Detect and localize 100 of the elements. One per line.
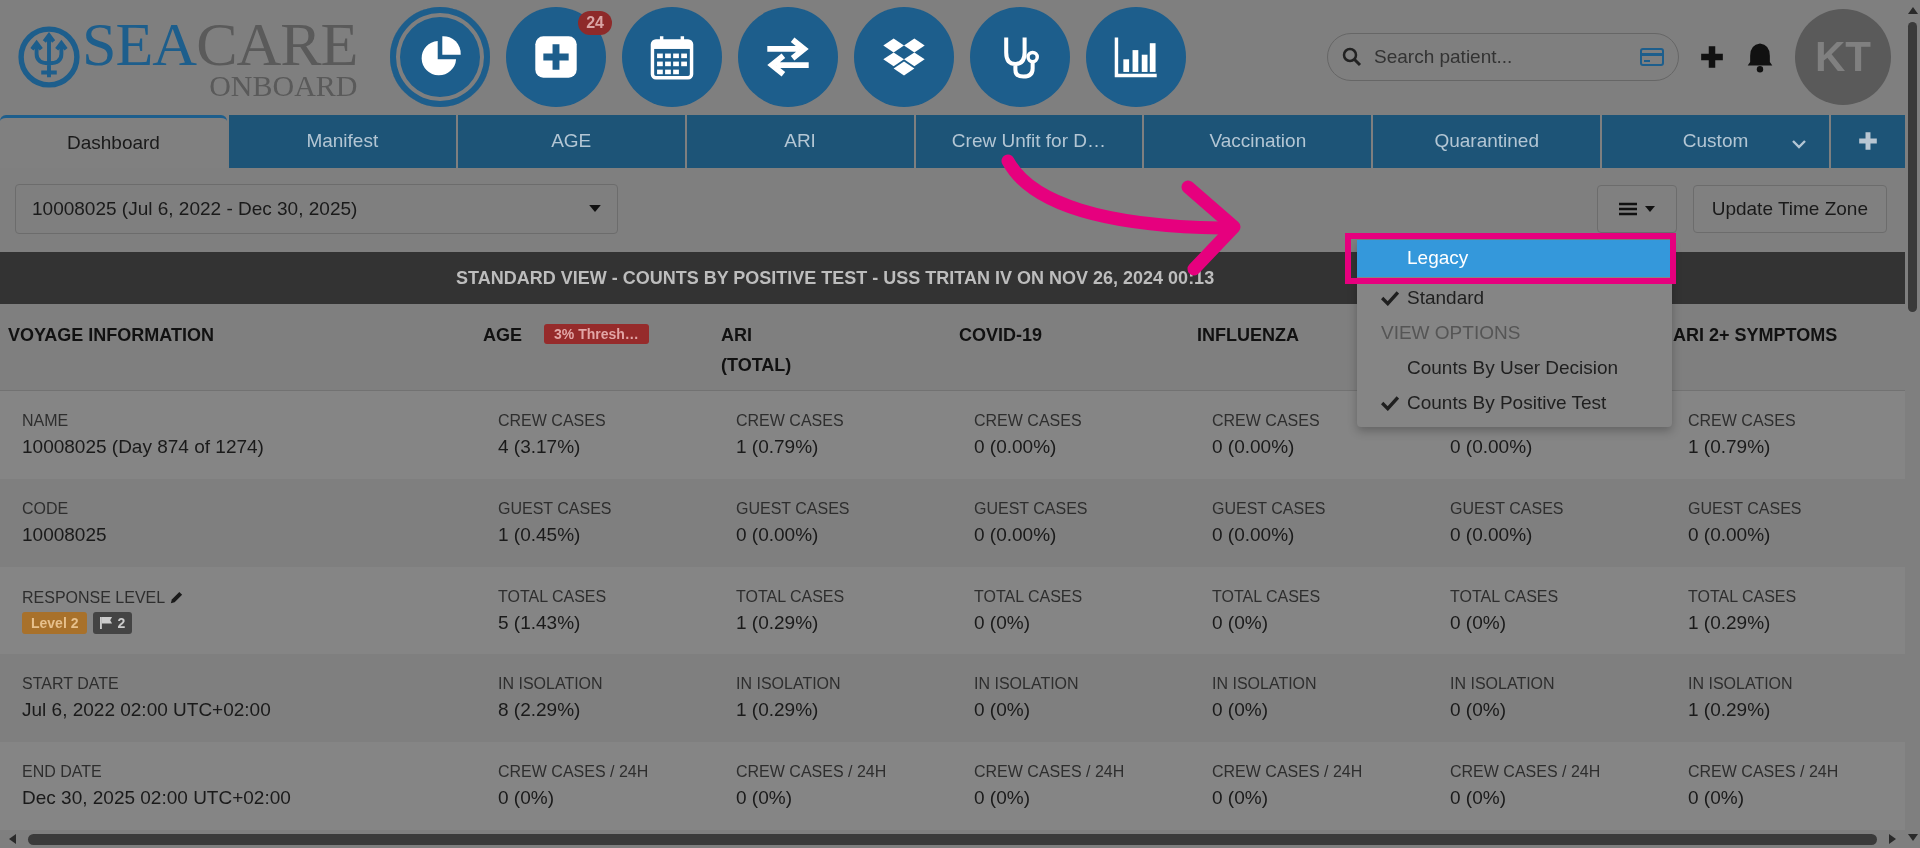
metric-value: 0 (0.00%): [974, 435, 1058, 459]
scroll-down-icon[interactable]: [1907, 832, 1918, 842]
field-label: END DATE: [22, 762, 102, 783]
metric-value: 0 (0%): [498, 786, 555, 811]
metric-label: IN ISOLATION: [736, 674, 842, 695]
calendar-icon: [649, 34, 695, 81]
check-icon: [1381, 290, 1399, 307]
scroll-up-icon[interactable]: [1907, 6, 1918, 16]
metric-label: TOTAL CASES: [498, 586, 608, 607]
metric-value: 1 (0.79%): [1688, 435, 1772, 459]
field-label: RESPONSE LEVEL: [22, 587, 166, 608]
metric-label: CREW CASES / 24H: [974, 762, 1126, 783]
scroll-right-icon[interactable]: [1887, 834, 1897, 845]
metric-label: CREW CASES: [1212, 411, 1321, 431]
horizontal-scrollbar[interactable]: [28, 833, 1877, 845]
field-value: 10008025 (Day 874 of 1274): [22, 435, 265, 459]
metric-label: CREW CASES / 24H: [1450, 762, 1602, 783]
metric-label: CREW CASES / 24H: [736, 762, 888, 783]
metric-value: 0 (0.00%): [1212, 522, 1296, 547]
metric-value: 0 (0.00%): [974, 522, 1058, 547]
voyage-select[interactable]: 10008025 (Jul 6, 2022 - Dec 30, 2025): [15, 183, 618, 234]
card-icon: [1640, 48, 1664, 67]
tab[interactable]: AGE: [457, 114, 685, 168]
metric-value: 0 (0%): [1688, 786, 1745, 811]
menu-item[interactable]: Counts By Positive Test: [1357, 385, 1672, 421]
tab[interactable]: Quarantined: [1373, 114, 1601, 168]
plus-icon: [1857, 130, 1879, 153]
metric-label: CREW CASES / 24H: [498, 762, 650, 783]
metric-label: CREW CASES: [974, 411, 1083, 431]
menu-item[interactable]: Counts By User Decision: [1357, 350, 1672, 386]
metric-label: CREW CASES: [1688, 411, 1797, 431]
metric-value: 0 (0.00%): [736, 522, 820, 547]
notification-count: 24: [578, 11, 612, 36]
metric-value: 0 (0%): [1450, 786, 1507, 811]
banner-title: STANDARD VIEW - COUNTS BY POSITIVE TEST - USS TRITAN IV ON NOV 26, 2024 00:13: [456, 267, 1215, 289]
field-label: START DATE: [22, 674, 119, 695]
field-value: 10008025: [22, 522, 108, 547]
field-label: CODE: [22, 498, 69, 519]
metric-value: 1 (0.29%): [1688, 610, 1772, 635]
threshold-badge: 3% Thresh…: [544, 324, 649, 345]
metric-value: 0 (0%): [974, 786, 1031, 811]
metric-value: 4 (3.17%): [498, 435, 582, 459]
field-value: Jul 6, 2022 02:00 UTC+02:00: [22, 698, 272, 723]
add-icon[interactable]: [1699, 44, 1725, 71]
vertical-scrollbar[interactable]: [1908, 22, 1917, 312]
tab[interactable]: ARI: [686, 114, 914, 168]
metric-label: GUEST CASES: [1688, 498, 1803, 519]
add-tab-button[interactable]: [1831, 114, 1905, 168]
metric-label: GUEST CASES: [1212, 498, 1327, 519]
metric-value: 0 (0.00%): [1450, 522, 1534, 547]
metric-value: 1 (0.79%): [736, 435, 820, 459]
metric-value: 0 (0%): [736, 786, 793, 811]
tab[interactable]: Custom: [1602, 114, 1829, 168]
flag-count: 2: [117, 614, 126, 631]
metric-label: TOTAL CASES: [1212, 586, 1322, 607]
metric-value: 0 (0.00%): [1212, 435, 1296, 459]
update-time-zone-button[interactable]: Update Time Zone: [1692, 184, 1887, 233]
check-icon: [1381, 395, 1399, 412]
metric-value: 1 (0.29%): [736, 698, 820, 723]
metric-label: IN ISOLATION: [974, 674, 1080, 695]
metric-value: 0 (0%): [1212, 610, 1269, 635]
metric-value: 5 (1.43%): [498, 610, 582, 635]
metric-value: 0 (0%): [974, 698, 1031, 723]
metric-label: TOTAL CASES: [974, 586, 1084, 607]
metric-value: 0 (0.00%): [1688, 522, 1772, 547]
bell-icon[interactable]: [1745, 41, 1775, 74]
column-header: AGE: [483, 324, 522, 348]
scroll-left-icon[interactable]: [8, 834, 18, 845]
metric-value: 0 (0%): [974, 610, 1031, 635]
metric-label: CREW CASES / 24H: [1212, 762, 1364, 783]
metric-value: 0 (0%): [1450, 610, 1507, 635]
metric-label: GUEST CASES: [1450, 498, 1565, 519]
column-header: ARI 2+ SYMPTOMS: [1673, 324, 1838, 348]
metric-label: IN ISOLATION: [1212, 674, 1318, 695]
menu-item[interactable]: Legacy: [1357, 239, 1672, 277]
metric-value: 1 (0.29%): [736, 610, 820, 635]
pencil-icon[interactable]: [169, 590, 185, 606]
field-value: Dec 30, 2025 02:00 UTC+02:00: [22, 786, 292, 811]
trident-logo-icon: [18, 26, 80, 89]
search-icon: [1342, 47, 1362, 68]
caret-icon: [589, 205, 601, 212]
metric-label: CREW CASES / 24H: [1688, 762, 1840, 783]
metric-value: 1 (0.45%): [498, 522, 582, 547]
view-menu-button[interactable]: [1596, 184, 1677, 233]
tab[interactable]: Manifest: [228, 114, 456, 168]
caret-icon: [1644, 205, 1655, 212]
metric-label: IN ISOLATION: [1450, 674, 1556, 695]
metric-value: 0 (0.00%): [1450, 435, 1534, 459]
chevron-down-icon: [1791, 138, 1807, 149]
column-header: VOYAGE INFORMATION: [8, 324, 214, 348]
column-header: INFLUENZA: [1197, 324, 1299, 348]
menu-item[interactable]: Standard: [1357, 280, 1672, 316]
metric-label: GUEST CASES: [974, 498, 1089, 519]
level-badge: Level 2: [22, 611, 88, 634]
tab[interactable]: Crew Unfit for D…: [915, 114, 1143, 168]
tab[interactable]: Vaccination: [1144, 114, 1372, 168]
metric-label: IN ISOLATION: [1688, 674, 1794, 695]
search-input[interactable]: Search patient...: [1372, 45, 1630, 70]
metric-label: TOTAL CASES: [736, 586, 846, 607]
metric-label: GUEST CASES: [736, 498, 851, 519]
